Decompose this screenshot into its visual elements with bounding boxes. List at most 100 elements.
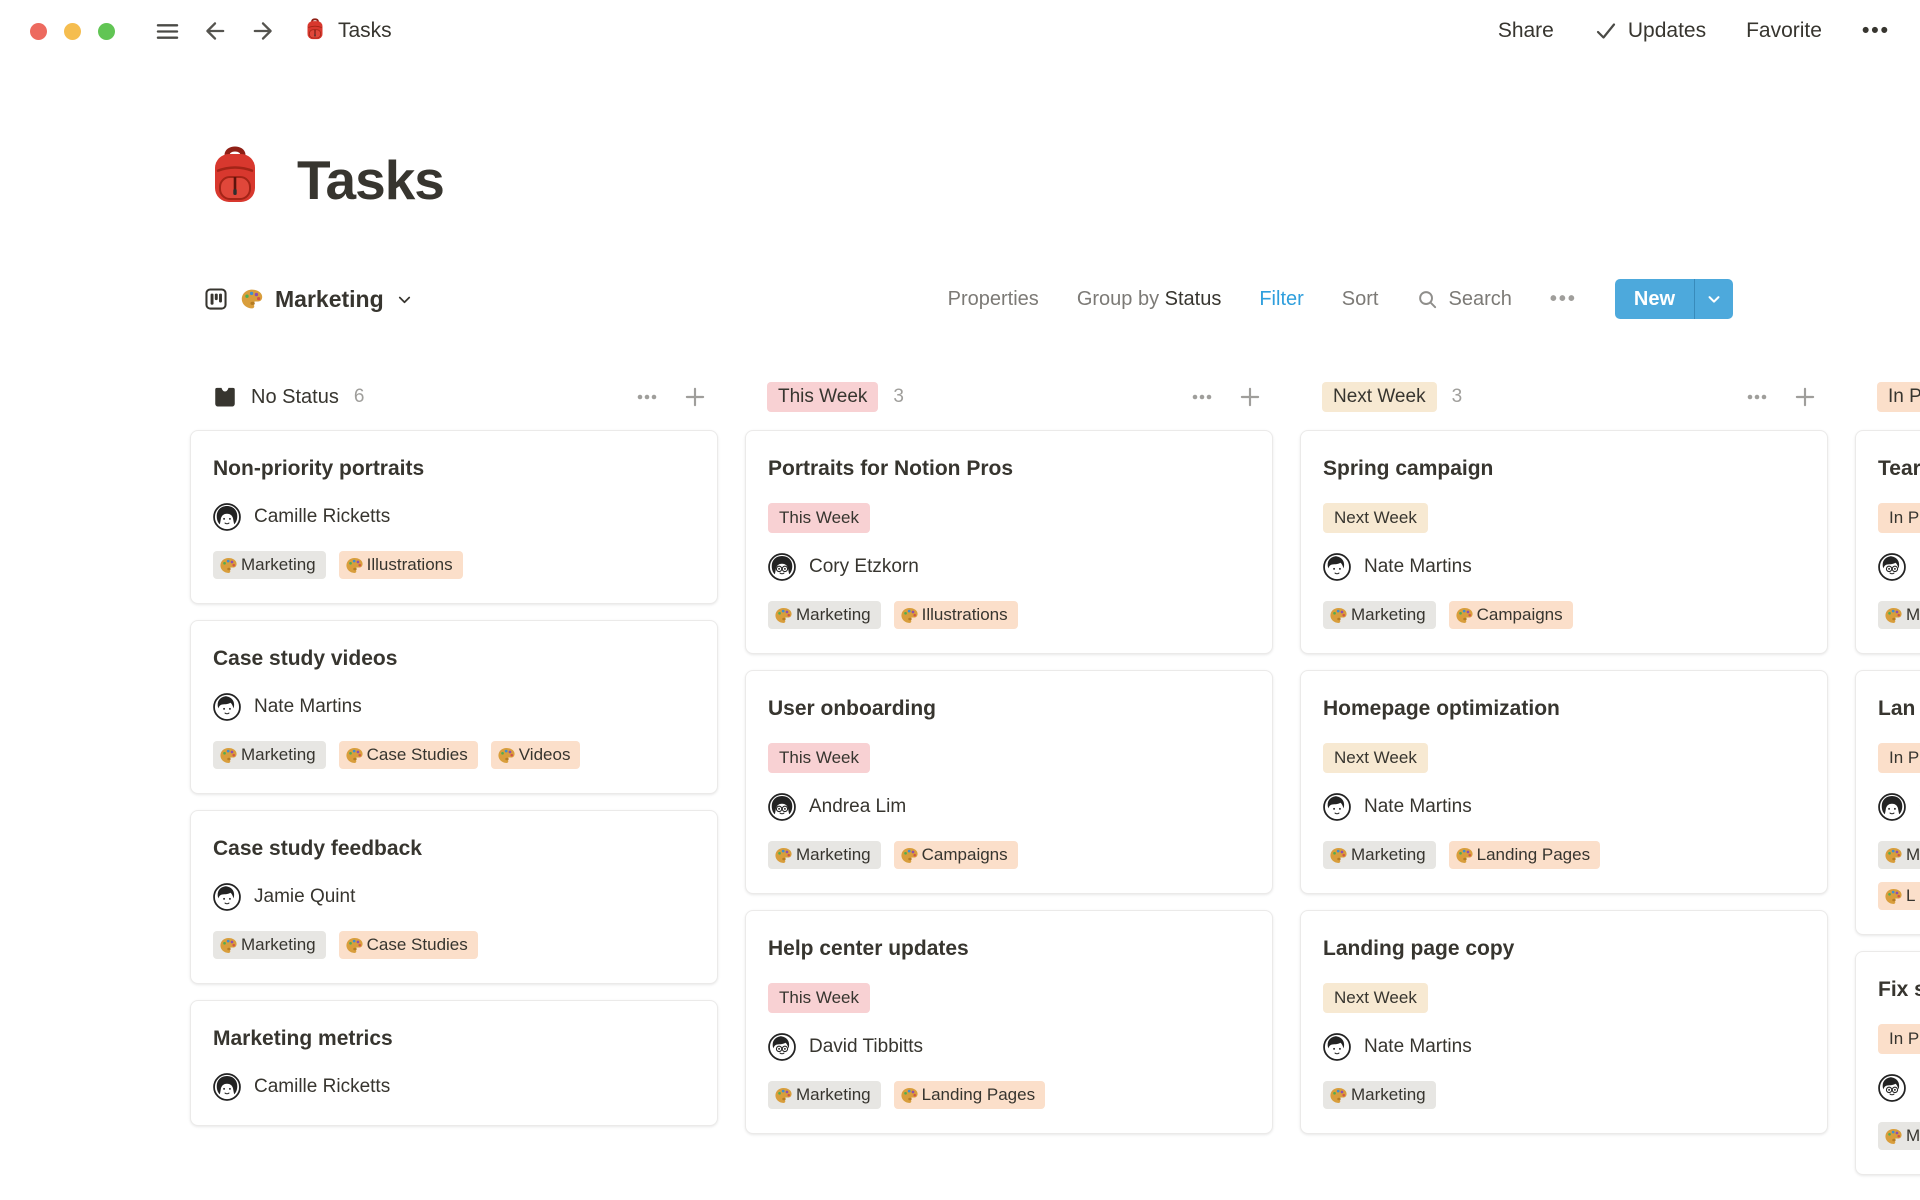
column-add-button[interactable] (1237, 384, 1263, 410)
card-status-tag: Next Week (1323, 743, 1428, 773)
new-button-label: New (1615, 279, 1694, 319)
tag-landing-pages: Landing Pages (1449, 841, 1600, 869)
card-title: Landing page copy (1323, 935, 1805, 963)
column-status-tag[interactable]: Next Week (1322, 382, 1437, 412)
task-card-portraits-for-notion-pros[interactable]: Portraits for Notion ProsThis WeekCory E… (745, 430, 1273, 654)
view-selector[interactable]: Marketing (203, 276, 414, 322)
toolbar-more-icon[interactable]: ••• (1550, 288, 1577, 311)
view-controls: Properties Group by Status Filter Sort S… (948, 276, 1733, 322)
column-more-button[interactable] (1744, 384, 1770, 410)
new-button[interactable]: New (1615, 279, 1733, 319)
palette-emoji-icon (774, 606, 793, 625)
view-name: Marketing (275, 286, 384, 313)
palette-emoji-icon (345, 556, 364, 575)
filter-button[interactable]: Filter (1259, 288, 1303, 311)
column-add-button[interactable] (682, 384, 708, 410)
palette-emoji-icon (345, 746, 364, 765)
tag-marketing: Marketing (213, 741, 326, 769)
task-card-marketing-metrics[interactable]: Marketing metricsCamille Ricketts (190, 1000, 718, 1126)
card-title: User onboarding (768, 695, 1250, 723)
column-status-tag[interactable]: This Week (767, 382, 878, 412)
tag-label: Case Studies (367, 745, 468, 765)
new-dropdown-chevron-icon[interactable] (1695, 279, 1733, 319)
task-card-lan[interactable]: LanIn PCML (1855, 670, 1920, 935)
assignee-name: Nate Martins (1364, 1036, 1472, 1058)
zoom-window-button[interactable] (98, 23, 115, 40)
palette-emoji-icon (240, 287, 264, 311)
task-card-landing-page-copy[interactable]: Landing page copyNext WeekNate MartinsMa… (1300, 910, 1828, 1134)
tag-marketing: Marketing (213, 931, 326, 959)
tag-label: Marketing (241, 935, 316, 955)
sidebar-menu-icon[interactable] (149, 13, 185, 49)
palette-emoji-icon (1329, 846, 1348, 865)
column-status-tag[interactable]: In Pr (1877, 382, 1920, 412)
card-status-tag: This Week (768, 743, 870, 773)
search-button[interactable]: Search (1416, 288, 1511, 311)
palette-emoji-icon (900, 846, 919, 865)
forward-arrow-icon[interactable] (245, 13, 281, 49)
tag-marketing: Marketing (768, 1081, 881, 1109)
back-arrow-icon[interactable] (197, 13, 233, 49)
card-title: Marketing metrics (213, 1025, 695, 1053)
tag-label: Landing Pages (1477, 845, 1590, 865)
assignee-avatar (768, 793, 796, 821)
card-assignee: C (1878, 793, 1920, 821)
updates-button[interactable]: Updates (1594, 19, 1706, 43)
view-toolbar: Marketing Properties Group by Status Fil… (0, 276, 1920, 322)
assignee-avatar (1878, 1074, 1906, 1102)
tag-campaigns: Campaigns (1449, 601, 1573, 629)
check-icon (1594, 19, 1618, 43)
card-title: Tear (1878, 455, 1920, 483)
properties-button[interactable]: Properties (948, 288, 1039, 311)
assignee-avatar (1878, 553, 1906, 581)
assignee-avatar (213, 503, 241, 531)
breadcrumb-title: Tasks (338, 19, 392, 43)
topbar: Tasks Share Updates Favorite ••• (0, 0, 1920, 62)
task-card-spring-campaign[interactable]: Spring campaignNext WeekNate MartinsMark… (1300, 430, 1828, 654)
column-more-button[interactable] (1189, 384, 1215, 410)
favorite-button[interactable]: Favorite (1746, 19, 1822, 43)
task-card-homepage-optimization[interactable]: Homepage optimizationNext WeekNate Marti… (1300, 670, 1828, 894)
share-button[interactable]: Share (1498, 19, 1554, 43)
minimize-window-button[interactable] (64, 23, 81, 40)
group-by-button[interactable]: Group by Status (1077, 288, 1222, 311)
page-title[interactable]: Tasks (297, 153, 444, 208)
task-card-case-study-feedback[interactable]: Case study feedbackJamie QuintMarketingC… (190, 810, 718, 984)
column-header: In Pr (1855, 378, 1920, 416)
sort-button[interactable]: Sort (1342, 288, 1379, 311)
column-header: This Week 3 (745, 378, 1273, 416)
task-card-fix-s[interactable]: Fix sIn PDM (1855, 951, 1920, 1175)
column-actions (1189, 384, 1263, 410)
card-tags: MarketingLanding Pages (768, 1081, 1250, 1109)
close-window-button[interactable] (30, 23, 47, 40)
page-backpack-icon[interactable] (203, 140, 267, 210)
column-add-button[interactable] (1792, 384, 1818, 410)
column-count: 3 (893, 386, 904, 408)
task-card-user-onboarding[interactable]: User onboardingThis WeekAndrea LimMarket… (745, 670, 1273, 894)
breadcrumb[interactable]: Tasks (303, 16, 392, 47)
card-title: Non-priority portraits (213, 455, 695, 483)
assignee-avatar (213, 883, 241, 911)
task-card-help-center-updates[interactable]: Help center updatesThis WeekDavid Tibbit… (745, 910, 1273, 1134)
tag-illustrations: Illustrations (339, 551, 463, 579)
column-more-button[interactable] (634, 384, 660, 410)
column-header: Next Week3 (1300, 378, 1828, 416)
card-title: Fix s (1878, 976, 1920, 1004)
tag-label: M (1906, 1126, 1920, 1146)
tag-case-studies: Case Studies (339, 931, 478, 959)
card-assignee: Nate Martins (1323, 1033, 1805, 1061)
tag-label: Marketing (241, 555, 316, 575)
column-title[interactable]: No Status (212, 384, 339, 410)
task-card-non-priority-portraits[interactable]: Non-priority portraitsCamille RickettsMa… (190, 430, 718, 604)
task-card-case-study-videos[interactable]: Case study videosNate MartinsMarketingCa… (190, 620, 718, 794)
card-assignee: D (1878, 553, 1920, 581)
tag-m: M (1878, 841, 1920, 869)
column-count: 6 (354, 386, 365, 408)
board-column-this-week: This Week 3 Portraits for Notion ProsThis … (745, 378, 1273, 1150)
palette-emoji-icon (1884, 606, 1903, 625)
card-title: Spring campaign (1323, 455, 1805, 483)
tag-campaigns: Campaigns (894, 841, 1018, 869)
tag-label: Marketing (796, 605, 871, 625)
task-card-tear[interactable]: TearIn PDM (1855, 430, 1920, 654)
topbar-more-icon[interactable]: ••• (1862, 19, 1890, 43)
